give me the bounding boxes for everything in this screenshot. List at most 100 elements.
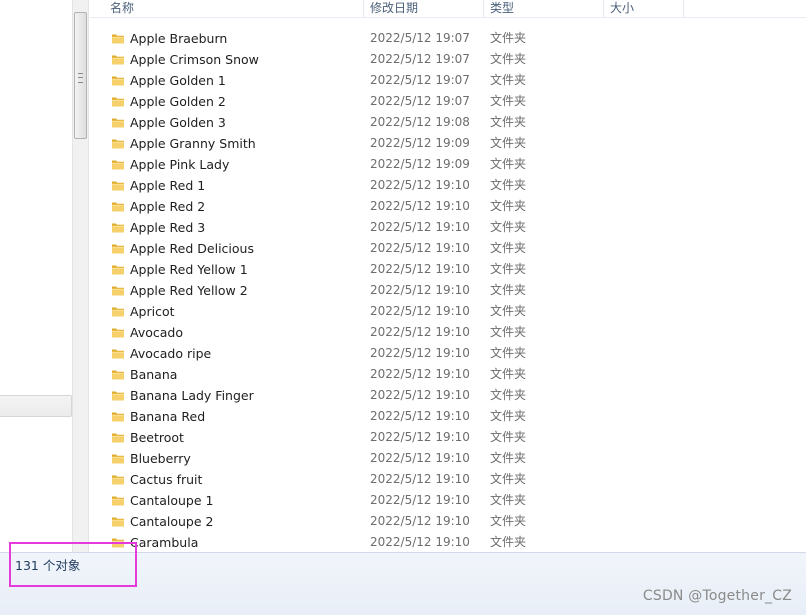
folder-icon xyxy=(111,262,125,276)
file-modified: 2022/5/12 19:10 xyxy=(370,367,470,381)
folder-icon xyxy=(111,178,125,192)
table-row[interactable]: Cactus fruit 2022/5/12 19:10 文件夹 xyxy=(90,469,806,490)
nav-selected-item[interactable] xyxy=(0,395,72,417)
file-modified: 2022/5/12 19:10 xyxy=(370,241,470,255)
table-row[interactable]: Apple Red Yellow 2 2022/5/12 19:10 文件夹 xyxy=(90,280,806,301)
file-modified: 2022/5/12 19:10 xyxy=(370,514,470,528)
folder-icon xyxy=(111,304,125,318)
table-row[interactable]: Cantaloupe 2 2022/5/12 19:10 文件夹 xyxy=(90,511,806,532)
file-modified: 2022/5/12 19:10 xyxy=(370,409,470,423)
file-name: Apple Red Yellow 1 xyxy=(130,262,248,277)
table-row[interactable]: Banana Red 2022/5/12 19:10 文件夹 xyxy=(90,406,806,427)
file-type: 文件夹 xyxy=(490,325,527,339)
folder-icon xyxy=(111,451,125,465)
file-type: 文件夹 xyxy=(490,157,527,171)
file-type: 文件夹 xyxy=(490,115,527,129)
file-modified: 2022/5/12 19:10 xyxy=(370,430,470,444)
file-name: Banana xyxy=(130,367,178,382)
file-type: 文件夹 xyxy=(490,31,527,45)
table-row[interactable]: Blueberry 2022/5/12 19:10 文件夹 xyxy=(90,448,806,469)
file-type: 文件夹 xyxy=(490,451,527,465)
file-type: 文件夹 xyxy=(490,514,527,528)
table-row[interactable]: Avocado ripe 2022/5/12 19:10 文件夹 xyxy=(90,343,806,364)
table-row[interactable]: Banana 2022/5/12 19:10 文件夹 xyxy=(90,364,806,385)
folder-icon xyxy=(111,31,125,45)
file-name: Cantaloupe 2 xyxy=(130,514,214,529)
folder-icon xyxy=(111,388,125,402)
file-name: Apricot xyxy=(130,304,175,319)
table-row[interactable]: Beetroot 2022/5/12 19:10 文件夹 xyxy=(90,427,806,448)
folder-icon xyxy=(111,136,125,150)
file-modified: 2022/5/12 19:10 xyxy=(370,451,470,465)
folder-icon xyxy=(111,220,125,234)
file-name: Apple Pink Lady xyxy=(130,157,230,172)
file-type: 文件夹 xyxy=(490,535,527,549)
table-row[interactable]: Apple Braeburn 2022/5/12 19:07 文件夹 xyxy=(90,28,806,49)
file-name: Apple Golden 2 xyxy=(130,94,226,109)
folder-icon xyxy=(111,325,125,339)
table-row[interactable]: Apple Red 2 2022/5/12 19:10 文件夹 xyxy=(90,196,806,217)
column-header-name[interactable]: 名称 xyxy=(104,0,364,17)
file-modified: 2022/5/12 19:10 xyxy=(370,493,470,507)
table-row[interactable]: Apple Golden 2 2022/5/12 19:07 文件夹 xyxy=(90,91,806,112)
file-type: 文件夹 xyxy=(490,136,527,150)
table-row[interactable]: Apple Red Yellow 1 2022/5/12 19:10 文件夹 xyxy=(90,259,806,280)
file-name: Apple Golden 1 xyxy=(130,73,226,88)
file-name: Blueberry xyxy=(130,451,191,466)
file-modified: 2022/5/12 19:10 xyxy=(370,472,470,486)
file-name: Apple Golden 3 xyxy=(130,115,226,130)
file-type: 文件夹 xyxy=(490,52,527,66)
file-name: Avocado ripe xyxy=(130,346,212,361)
column-header-type[interactable]: 类型 xyxy=(484,0,604,17)
folder-icon xyxy=(111,73,125,87)
file-modified: 2022/5/12 19:10 xyxy=(370,199,470,213)
nav-scrollbar-thumb[interactable] xyxy=(74,12,87,139)
file-modified: 2022/5/12 19:08 xyxy=(370,115,470,129)
file-modified: 2022/5/12 19:10 xyxy=(370,388,470,402)
file-modified: 2022/5/12 19:10 xyxy=(370,283,470,297)
file-name: Banana Lady Finger xyxy=(130,388,254,403)
folder-icon xyxy=(111,430,125,444)
file-modified: 2022/5/12 19:10 xyxy=(370,178,470,192)
folder-icon xyxy=(111,367,125,381)
file-type: 文件夹 xyxy=(490,367,527,381)
table-row[interactable]: Apple Golden 1 2022/5/12 19:07 文件夹 xyxy=(90,70,806,91)
file-type: 文件夹 xyxy=(490,430,527,444)
file-type: 文件夹 xyxy=(490,199,527,213)
table-row[interactable]: Apple Red 3 2022/5/12 19:10 文件夹 xyxy=(90,217,806,238)
column-header-size[interactable]: 大小 xyxy=(604,0,684,17)
file-modified: 2022/5/12 19:10 xyxy=(370,535,470,549)
table-row[interactable]: Apple Red 1 2022/5/12 19:10 文件夹 xyxy=(90,175,806,196)
file-name: Apple Crimson Snow xyxy=(130,52,259,67)
table-row[interactable]: Apple Red Delicious 2022/5/12 19:10 文件夹 xyxy=(90,238,806,259)
column-header-modified[interactable]: 修改日期 xyxy=(364,0,484,17)
table-row[interactable]: Carambula 2022/5/12 19:10 文件夹 xyxy=(90,532,806,553)
table-row[interactable]: Apple Pink Lady 2022/5/12 19:09 文件夹 xyxy=(90,154,806,175)
table-row[interactable]: Apple Crimson Snow 2022/5/12 19:07 文件夹 xyxy=(90,49,806,70)
annotation-highlight-box xyxy=(9,542,137,587)
nav-scrollbar[interactable] xyxy=(72,0,89,552)
table-row[interactable]: Banana Lady Finger 2022/5/12 19:10 文件夹 xyxy=(90,385,806,406)
file-name: Banana Red xyxy=(130,409,206,424)
file-name: Avocado xyxy=(130,325,183,340)
folder-icon xyxy=(111,472,125,486)
file-type: 文件夹 xyxy=(490,346,527,360)
file-type: 文件夹 xyxy=(490,493,527,507)
table-row[interactable]: Apple Golden 3 2022/5/12 19:08 文件夹 xyxy=(90,112,806,133)
file-name: Beetroot xyxy=(130,430,184,445)
navigation-pane[interactable] xyxy=(0,0,72,552)
file-modified: 2022/5/12 19:07 xyxy=(370,52,470,66)
folder-icon xyxy=(111,241,125,255)
file-name: Apple Red Delicious xyxy=(130,241,254,256)
table-row[interactable]: Avocado 2022/5/12 19:10 文件夹 xyxy=(90,322,806,343)
table-row[interactable]: Cantaloupe 1 2022/5/12 19:10 文件夹 xyxy=(90,490,806,511)
folder-icon xyxy=(111,409,125,423)
file-type: 文件夹 xyxy=(490,409,527,423)
file-name: Apple Red Yellow 2 xyxy=(130,283,248,298)
file-modified: 2022/5/12 19:10 xyxy=(370,346,470,360)
file-name: Apple Red 1 xyxy=(130,178,206,193)
file-type: 文件夹 xyxy=(490,73,527,87)
table-row[interactable]: Apricot 2022/5/12 19:10 文件夹 xyxy=(90,301,806,322)
file-name: Apple Red 2 xyxy=(130,199,206,214)
table-row[interactable]: Apple Granny Smith 2022/5/12 19:09 文件夹 xyxy=(90,133,806,154)
